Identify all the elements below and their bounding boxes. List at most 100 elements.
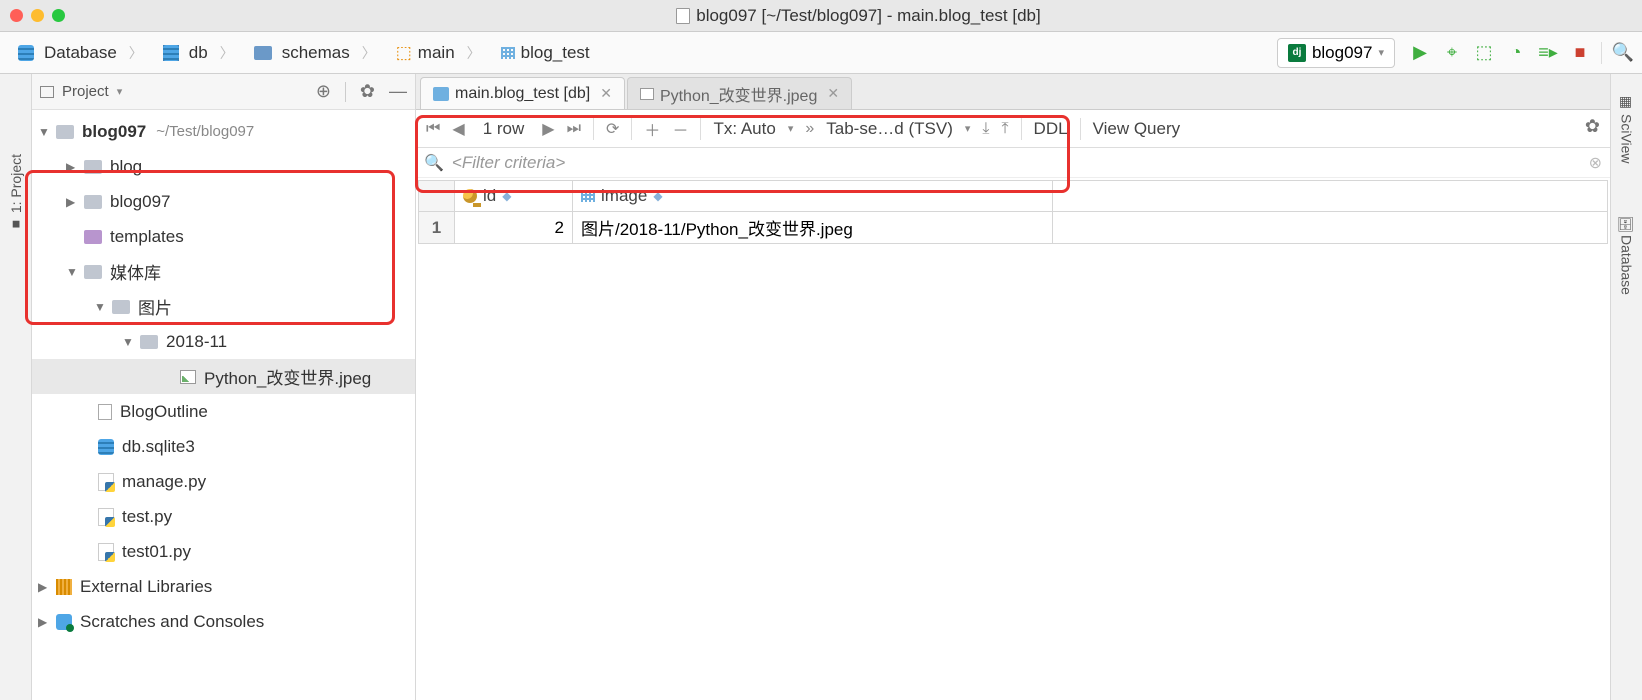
python-file-icon	[98, 473, 114, 491]
tab-image[interactable]: Python_改变世界.jpeg✕	[627, 77, 852, 109]
clear-filter-icon[interactable]: ⊗	[1589, 153, 1602, 173]
collapse-arrow-icon[interactable]: ▶	[38, 580, 52, 594]
sort-icon[interactable]: ◆	[653, 189, 662, 203]
reload-button[interactable]: ⟳	[606, 119, 619, 139]
last-page-button[interactable]: ⏭	[567, 120, 581, 138]
settings-gear-icon[interactable]: ✿	[1585, 116, 1600, 137]
run-config-select[interactable]: dj blog097 ▾	[1277, 38, 1395, 68]
tree-pictures[interactable]: ▼图片	[32, 289, 415, 324]
project-sidebar: Project ▾ ⊕ ✿ — ▼blog097~/Test/blog097 ▶…	[32, 74, 416, 700]
tree-managepy[interactable]: manage.py	[32, 464, 415, 499]
import-button[interactable]: ⤒	[1001, 120, 1008, 138]
scratches-icon	[56, 614, 72, 630]
add-row-button[interactable]: ＋	[644, 117, 660, 141]
search-button[interactable]: 🔍	[1612, 42, 1634, 64]
locate-button[interactable]: ⊕	[316, 81, 331, 102]
folder-icon	[84, 160, 102, 174]
tree-blog[interactable]: ▶blog	[32, 149, 415, 184]
tree-extlibs[interactable]: ▶External Libraries	[32, 569, 415, 604]
window-title: blog097 [~/Test/blog097] - main.blog_tes…	[85, 6, 1632, 26]
first-page-button[interactable]: ⏮	[426, 120, 440, 138]
image-icon	[640, 88, 654, 100]
tree-root[interactable]: ▼blog097~/Test/blog097	[32, 114, 415, 149]
tree-scratches[interactable]: ▶ Scratches and Consoles	[32, 604, 415, 639]
project-tool-button[interactable]: ■1: Project	[8, 154, 24, 233]
export-button[interactable]: ⤓	[982, 120, 989, 138]
tree-datefolder[interactable]: ▼2018-11	[32, 324, 415, 359]
maximize-window-button[interactable]	[52, 9, 65, 22]
cell-image[interactable]: 图片/2018-11/Python_改变世界.jpeg	[573, 212, 1053, 243]
coverage-button[interactable]: ⬚	[1473, 42, 1495, 64]
view-query-button[interactable]: View Query	[1093, 119, 1181, 139]
database-tool-button[interactable]: 🗄Database	[1619, 204, 1635, 296]
collapse-button[interactable]: —	[389, 81, 407, 102]
run-button[interactable]: ▶	[1409, 42, 1431, 64]
tab-blogtest[interactable]: main.blog_test [db]✕	[420, 77, 625, 109]
tree-templates[interactable]: templates	[32, 219, 415, 254]
prev-page-button[interactable]: ◀	[452, 119, 464, 139]
nav-right: dj blog097 ▾ ▶ ⌖ ⬚ ◔ ≡▸ ■ 🔍	[1277, 38, 1634, 68]
expand-arrow-icon[interactable]: ▼	[38, 125, 52, 139]
chevron-down-icon: ▾	[788, 122, 794, 135]
breadcrumb-schemas[interactable]: schemas	[244, 38, 386, 68]
close-window-button[interactable]	[10, 9, 23, 22]
row-number-header	[419, 181, 455, 211]
folder-icon	[140, 335, 158, 349]
folder-icon	[56, 125, 74, 139]
sciview-label: SciView	[1619, 114, 1635, 164]
remove-row-button[interactable]: －	[672, 117, 688, 141]
minimize-window-button[interactable]	[31, 9, 44, 22]
concurrency-button[interactable]: ≡▸	[1537, 42, 1559, 64]
tree-label: Scratches and Consoles	[80, 612, 264, 632]
expand-arrow-icon[interactable]: ▼	[66, 265, 80, 279]
tree-testpy[interactable]: test.py	[32, 499, 415, 534]
data-toolbar: ⏮ ◀ 1 row ▶ ⏭ ⟳ ＋ － Tx: Auto▾ » Tab-se…d…	[416, 110, 1610, 148]
breadcrumb-blogtest[interactable]: blog_test	[491, 38, 612, 68]
project-tool-label: 1: Project	[8, 154, 24, 213]
database-icon	[18, 45, 34, 61]
debug-button[interactable]: ⌖	[1441, 42, 1463, 64]
collapse-arrow-icon[interactable]: ▶	[38, 615, 52, 629]
search-icon: 🔍	[424, 153, 444, 173]
breadcrumb-database[interactable]: Database	[8, 38, 153, 68]
data-table: id◆ image◆ 1 2 图片/2018-11/Python_改变世界.jp…	[418, 180, 1608, 244]
tree-media[interactable]: ▼媒体库	[32, 254, 415, 289]
next-page-button[interactable]: ▶	[542, 119, 554, 139]
breadcrumb-main[interactable]: ⬚main	[386, 38, 491, 68]
tree-test01py[interactable]: test01.py	[32, 534, 415, 569]
tx-mode-label[interactable]: Tx: Auto	[713, 119, 775, 139]
filter-input[interactable]: <Filter criteria>	[452, 153, 565, 173]
tree-sqlite[interactable]: db.sqlite3	[32, 429, 415, 464]
sort-icon[interactable]: ◆	[502, 189, 511, 203]
close-tab-icon[interactable]: ✕	[600, 85, 612, 102]
table-row[interactable]: 1 2 图片/2018-11/Python_改变世界.jpeg	[418, 212, 1608, 244]
profile-button[interactable]: ◔	[1505, 42, 1527, 64]
settings-button[interactable]: ✿	[360, 81, 375, 102]
close-tab-icon[interactable]: ✕	[827, 85, 839, 102]
column-header-id[interactable]: id◆	[455, 181, 573, 211]
format-label[interactable]: Tab-se…d (TSV)	[826, 119, 953, 139]
python-file-icon	[98, 508, 114, 526]
sidebar-header: Project ▾ ⊕ ✿ —	[32, 74, 415, 110]
ddl-button[interactable]: DDL	[1034, 119, 1068, 139]
column-header-image[interactable]: image◆	[573, 181, 1053, 211]
collapse-arrow-icon[interactable]: ▶	[66, 195, 80, 209]
collapse-arrow-icon[interactable]: ▶	[66, 160, 80, 174]
row-number-cell: 1	[419, 212, 455, 243]
more-tx-button[interactable]: »	[805, 120, 814, 138]
stop-button[interactable]: ■	[1569, 42, 1591, 64]
chevron-down-icon[interactable]: ▾	[117, 85, 123, 98]
folder-icon	[84, 230, 102, 244]
sciview-tool-button[interactable]: ▦SciView	[1619, 84, 1635, 164]
sidebar-actions: ⊕ ✿ —	[316, 81, 407, 102]
expand-arrow-icon[interactable]: ▼	[122, 335, 136, 349]
tree-imagefile[interactable]: Python_改变世界.jpeg	[32, 359, 415, 394]
tree-blog097[interactable]: ▶blog097	[32, 184, 415, 219]
tree-blogoutline[interactable]: BlogOutline	[32, 394, 415, 429]
separator	[1601, 42, 1602, 64]
project-tree[interactable]: ▼blog097~/Test/blog097 ▶blog ▶blog097 te…	[32, 110, 415, 700]
expand-arrow-icon[interactable]: ▼	[94, 300, 108, 314]
cell-id[interactable]: 2	[455, 212, 573, 243]
breadcrumb-db[interactable]: db	[153, 38, 244, 68]
breadcrumb-label: schemas	[282, 43, 350, 63]
